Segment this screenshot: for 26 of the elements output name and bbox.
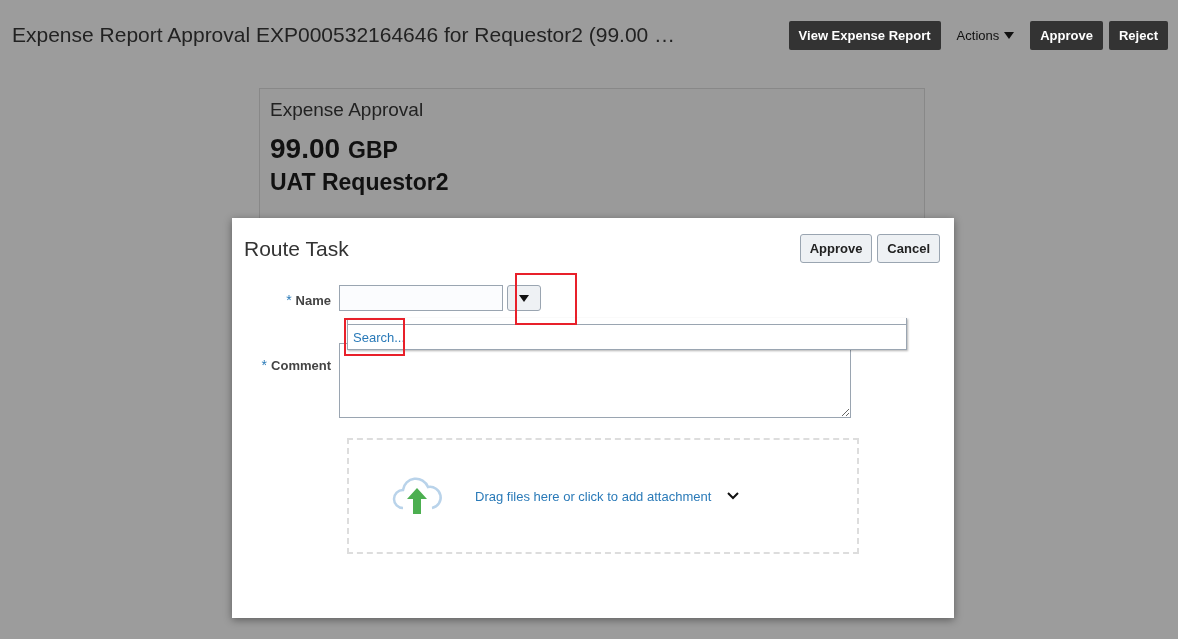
required-mark: * [286,292,292,308]
toolbar-button[interactable]: Reject [1108,20,1168,50]
dialog-title: Route Task [244,236,349,261]
actions-menu[interactable]: Actions [946,27,1025,43]
requestor-name: UAT Requestor2 [270,169,450,196]
chevron-down-icon [727,492,740,500]
currency: GBP [348,137,398,164]
field-label: Name [295,293,331,308]
caret-icon [519,294,529,302]
dialog-button[interactable]: Cancel [877,234,940,263]
amount: 99.00 [270,133,341,165]
highlight-box [515,273,577,325]
dropdown-button[interactable] [507,285,541,311]
page-title: Expense Report Approval EXP000532164646 for Requestor2 (99.00 … [12,23,676,47]
field-label: Comment [271,358,331,373]
name-field[interactable] [339,285,503,311]
search-option[interactable]: Search... [353,330,406,345]
toolbar-button[interactable]: View Expense Report [788,20,941,50]
required-mark: * [261,357,268,373]
toolbar-button[interactable]: Approve [1030,20,1103,50]
highlight-box [344,318,405,356]
card-title: Expense Approval [270,99,425,121]
attachment-link[interactable]: Drag files here or click to add attachment [475,488,712,504]
dialog-button[interactable]: Approve [799,234,873,263]
attachment-dropzone[interactable]: Drag files here or click to add attachment [347,438,859,554]
caret-icon [1004,31,1015,39]
